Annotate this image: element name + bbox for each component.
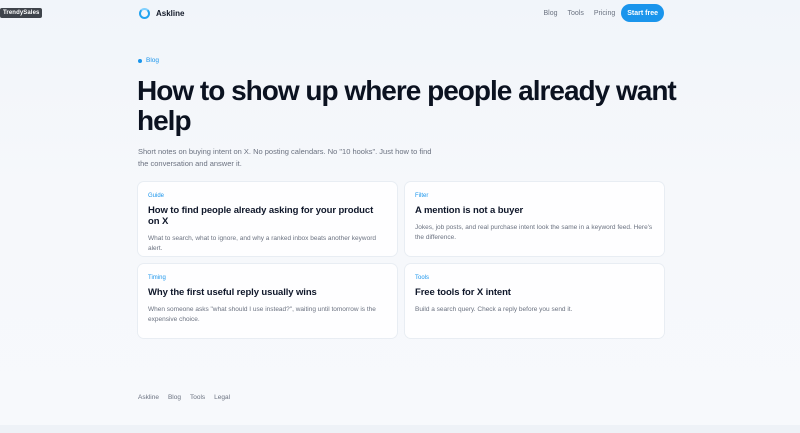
article-card-tools[interactable]: Tools Free tools for X intent Build a se… — [405, 264, 664, 338]
brand-ring-icon — [139, 8, 150, 19]
footer-link-blog[interactable]: Blog — [168, 394, 181, 401]
card-tag: Tools — [415, 275, 430, 281]
card-tag: Filter — [415, 193, 429, 199]
site-header: Askline Blog Tools Pricing Start free — [0, 0, 800, 28]
nav-link-blog[interactable]: Blog — [544, 10, 558, 17]
main-nav: Blog Tools Pricing Start free — [544, 4, 664, 22]
site-footer: Askline Blog Tools Legal — [0, 381, 800, 425]
card-description: Build a search query. Check a reply befo… — [415, 306, 573, 313]
section-kicker: Blog — [138, 57, 159, 64]
card-description: When someone asks "what should I use ins… — [148, 306, 376, 323]
page-intro: Short notes on buying intent on X. No po… — [138, 147, 432, 168]
start-free-button[interactable]: Start free — [621, 4, 664, 22]
page-bottom-strip — [0, 425, 800, 433]
article-grid: Guide How to find people already asking … — [138, 182, 664, 338]
card-title: A mention is not a buyer — [415, 205, 524, 216]
nav-link-tools[interactable]: Tools — [568, 10, 584, 17]
card-description: What to search, what to ignore, and why … — [148, 235, 376, 252]
brand-name: Askline — [156, 9, 185, 18]
card-title: How to find people already asking for yo… — [148, 205, 374, 227]
footer-link-tools[interactable]: Tools — [190, 394, 205, 401]
footer-link-askline[interactable]: Askline — [138, 394, 159, 401]
page-title: How to show up where people already want… — [137, 75, 677, 136]
footer-nav: Askline Blog Tools Legal — [138, 394, 230, 401]
brand-logo-link[interactable]: Askline — [139, 8, 184, 19]
article-card-guide[interactable]: Guide How to find people already asking … — [138, 182, 397, 256]
kicker-dot-icon — [138, 58, 142, 63]
card-title: Free tools for X intent — [415, 287, 511, 298]
article-card-filter[interactable]: Filter A mention is not a buyer Jokes, j… — [405, 182, 664, 256]
kicker-label: Blog — [146, 57, 160, 64]
card-tag: Timing — [148, 275, 166, 281]
article-card-timing[interactable]: Timing Why the first useful reply usuall… — [138, 264, 397, 338]
card-tag: Guide — [148, 193, 165, 199]
footer-link-legal[interactable]: Legal — [214, 394, 230, 401]
card-description: Jokes, job posts, and real purchase inte… — [415, 224, 653, 241]
nav-link-pricing[interactable]: Pricing — [594, 10, 615, 17]
card-title: Why the first useful reply usually wins — [148, 287, 317, 298]
